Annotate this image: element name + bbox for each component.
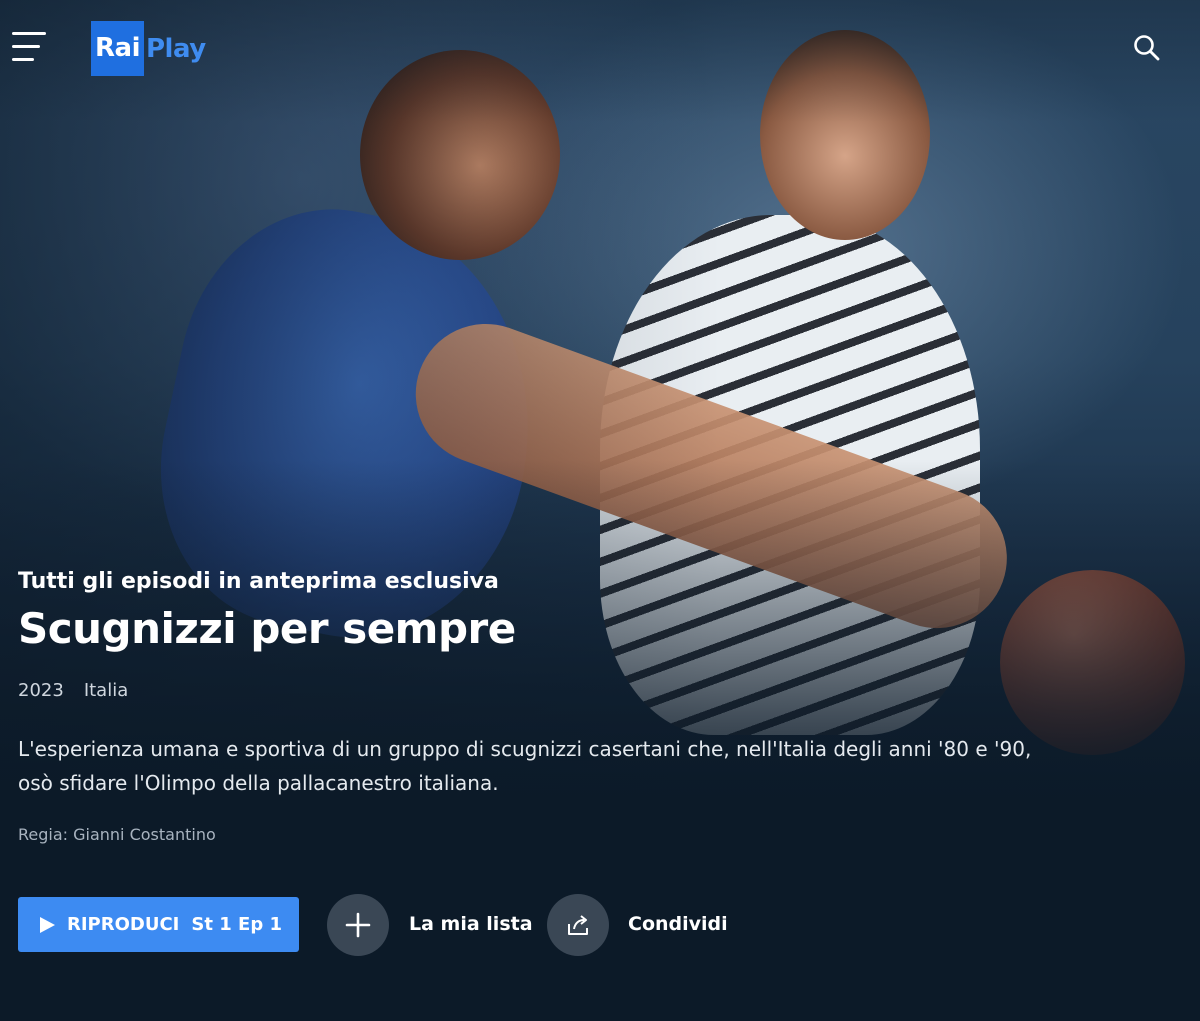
year-label: 2023 bbox=[18, 680, 64, 701]
share-button[interactable] bbox=[547, 894, 609, 956]
country-label: Italia bbox=[83, 680, 129, 701]
add-to-list-button[interactable] bbox=[327, 894, 389, 956]
search-icon[interactable] bbox=[1133, 34, 1161, 62]
hamburger-menu-icon[interactable] bbox=[12, 32, 46, 62]
play-icon bbox=[40, 916, 55, 933]
plus-icon bbox=[345, 912, 371, 938]
meta-info: 2023 Italia bbox=[18, 680, 128, 701]
play-button-label: RIPRODUCI bbox=[67, 914, 180, 935]
play-episode-label: St 1 Ep 1 bbox=[191, 914, 282, 935]
play-button[interactable]: RIPRODUCI St 1 Ep 1 bbox=[18, 897, 299, 952]
share-icon bbox=[568, 915, 588, 935]
top-header: Rai Play bbox=[0, 0, 1200, 100]
raiplay-logo[interactable]: Rai Play bbox=[91, 21, 206, 76]
logo-play-text: Play bbox=[145, 33, 206, 64]
logo-rai-text: Rai bbox=[91, 21, 144, 76]
hero-gradient-overlay bbox=[0, 0, 1200, 1021]
director-credit: Regia: Gianni Costantino bbox=[18, 825, 216, 844]
add-to-list-label[interactable]: La mia lista bbox=[409, 913, 533, 935]
share-label[interactable]: Condividi bbox=[628, 913, 728, 935]
page-title: Scugnizzi per sempre bbox=[18, 604, 516, 653]
description-text: L'esperienza umana e sportiva di un grup… bbox=[18, 737, 1032, 795]
hero-subtitle: Tutti gli episodi in anteprima esclusiva bbox=[18, 569, 499, 594]
detail-page: Rai Play Tutti gli episodi in anteprima … bbox=[0, 0, 1200, 1021]
